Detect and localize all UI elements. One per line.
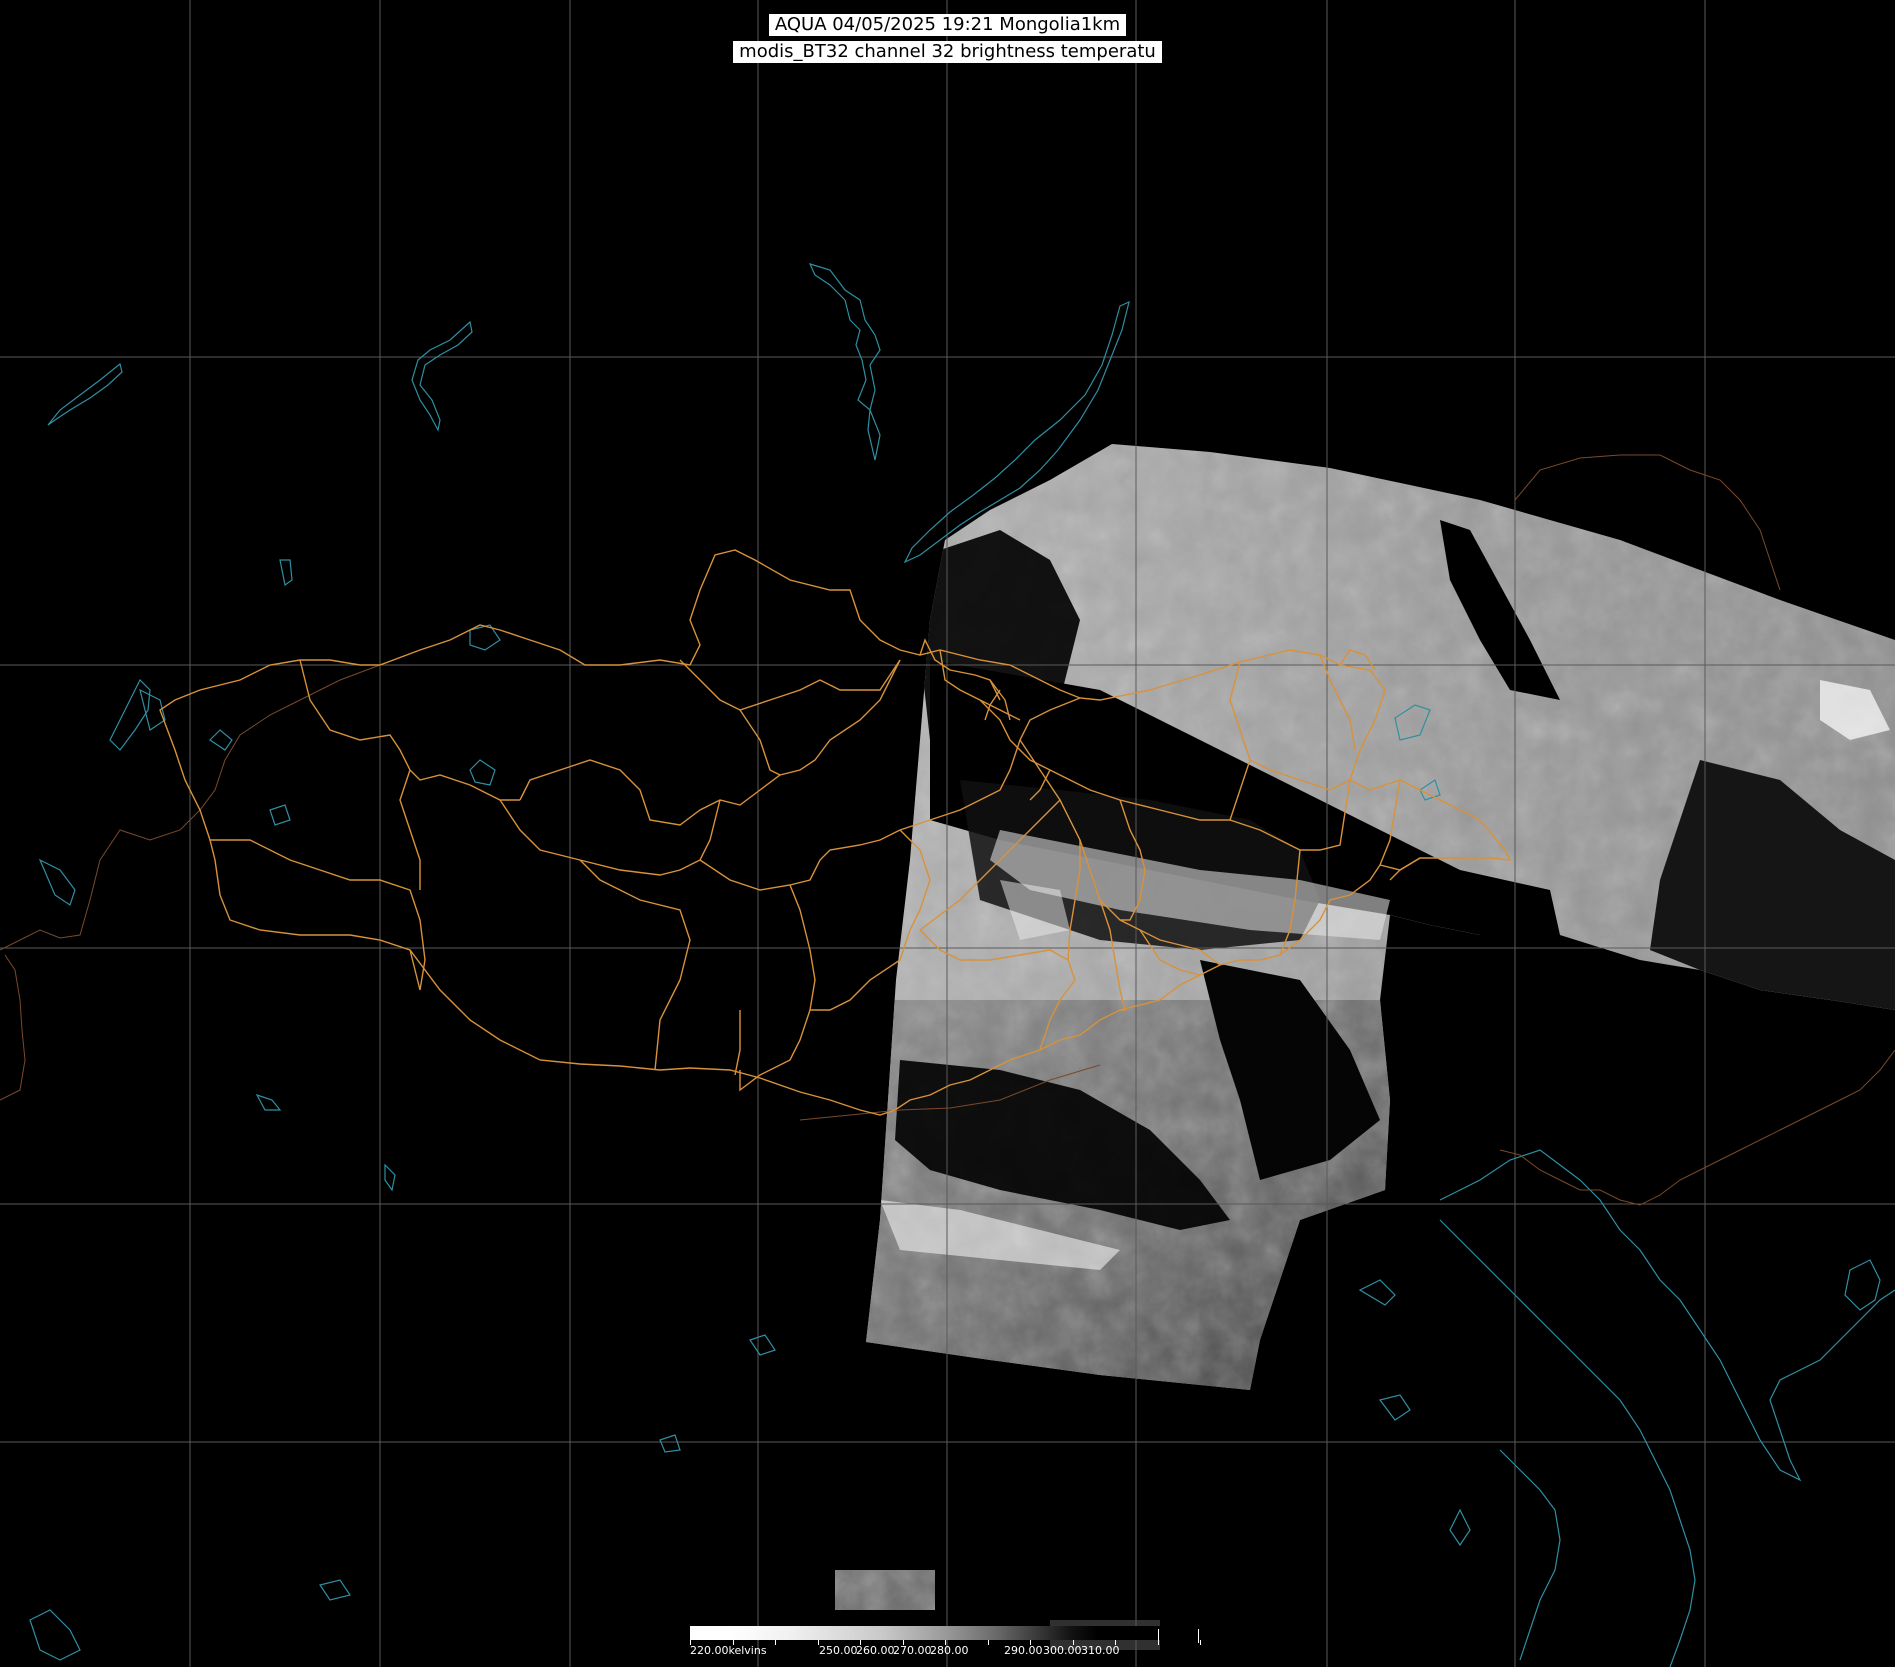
colorbar-label: 220.00kelvins [690,1644,767,1657]
colorbar-tick [1200,1640,1201,1645]
title-line-1: AQUA 04/05/2025 19:21 Mongolia1km [768,14,1127,36]
colorbar-end-tick [1158,1629,1159,1643]
colorbar-label: 250.00 [819,1644,858,1657]
colorbar-label: 310.00 [1081,1644,1120,1657]
title-line-2-container: modis_BT32 channel 32 brightness tempera… [0,41,1895,63]
colorbar [690,1626,1201,1645]
colorbar-ramp [690,1626,1200,1640]
satellite-swath [835,444,1895,1650]
colorbar-tick [988,1640,989,1645]
title-line-2: modis_BT32 channel 32 brightness tempera… [733,41,1162,63]
colorbar-label: 290.00 [1004,1644,1043,1657]
colorbar-label: 270.00 [893,1644,932,1657]
colorbar-label: 300.00 [1043,1644,1082,1657]
colorbar-label: 280.00 [930,1644,969,1657]
colorbar-end-tick [1198,1629,1199,1643]
title-line-1-container: AQUA 04/05/2025 19:21 Mongolia1km [0,14,1895,36]
colorbar-label: 260.00 [856,1644,895,1657]
satellite-map [0,0,1895,1667]
colorbar-tick [775,1640,776,1645]
